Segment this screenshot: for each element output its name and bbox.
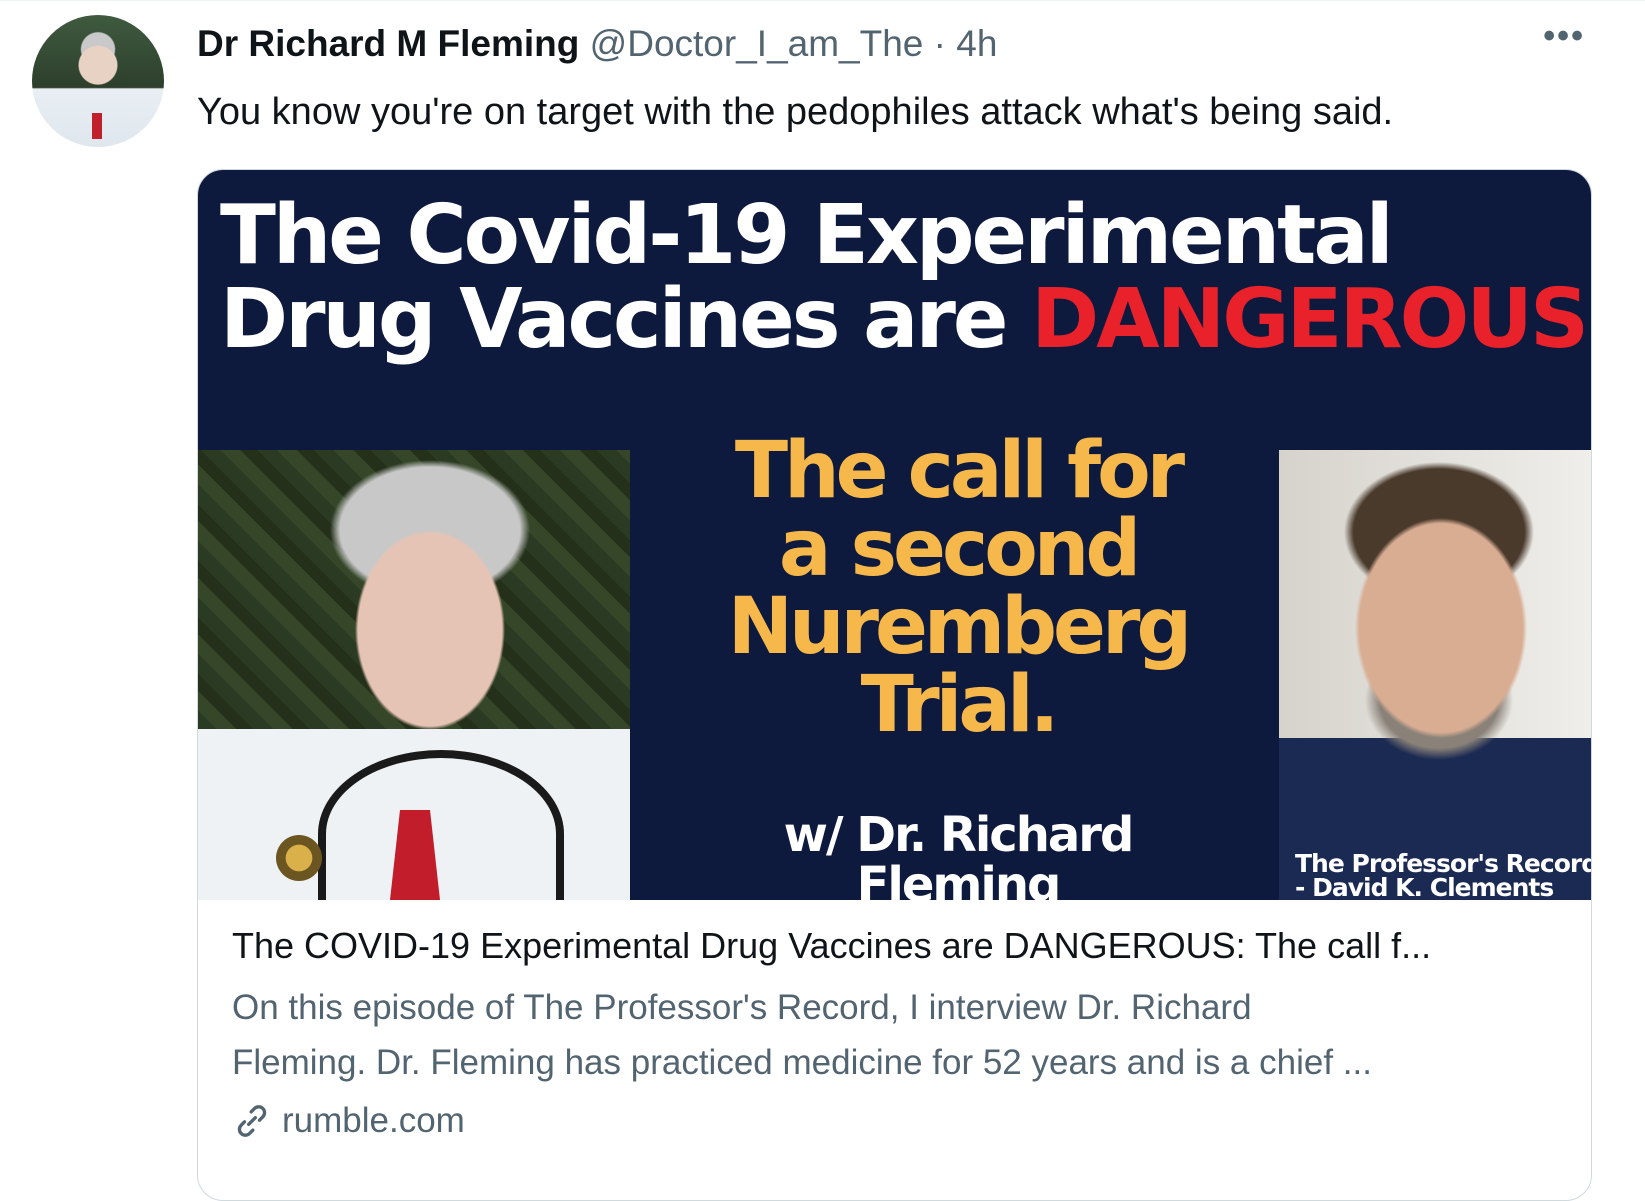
tweet-text: You know you're on target with the pedop… — [197, 91, 1394, 133]
call-text: The call for a second Nuremberg Trial. — [648, 432, 1268, 744]
card-domain[interactable]: rumble.com — [232, 1096, 1562, 1146]
avatar[interactable] — [32, 15, 164, 147]
doctor-photo — [198, 450, 630, 900]
host-photo — [1279, 450, 1591, 900]
stethoscope-bell — [276, 835, 322, 881]
card-description-line2: Fleming. Dr. Fleming has practiced medic… — [232, 1043, 1372, 1082]
card-description-line1: On this episode of The Professor's Recor… — [232, 988, 1252, 1027]
call-line: Trial. — [860, 660, 1060, 750]
avatar-tie — [92, 113, 102, 139]
call-line: a second — [778, 504, 1141, 594]
headline-danger: DANGEROUS. — [1031, 272, 1591, 367]
card-description: On this episode of The Professor's Recor… — [232, 980, 1562, 1090]
link-card[interactable]: The Covid-19 Experimental Drug Vaccines … — [197, 169, 1592, 1201]
credit-line2: - David K. Clements — [1295, 873, 1554, 900]
call-line: Nuremberg — [727, 582, 1193, 672]
timestamp[interactable]: 4h — [956, 23, 997, 64]
link-icon — [237, 1105, 267, 1137]
guest-line1: w/ Dr. Richard — [783, 807, 1135, 863]
separator: · — [933, 23, 946, 64]
stethoscope — [318, 750, 564, 900]
guest-credit: w/ Dr. Richard Fleming — [648, 810, 1268, 900]
tweet-header: Dr Richard M Fleming @Doctor_I_am_The · … — [197, 21, 997, 67]
author-handle[interactable]: @Doctor_I_am_The — [590, 23, 924, 64]
more-options-icon[interactable]: ••• — [1543, 17, 1585, 56]
card-body[interactable]: The COVID-19 Experimental Drug Vaccines … — [232, 922, 1562, 1146]
image-headline: The Covid-19 Experimental Drug Vaccines … — [220, 188, 1591, 362]
call-line: The call for — [734, 426, 1185, 516]
guest-line2: Fleming — [856, 857, 1062, 900]
show-credit: The Professor's Record - David K. Clemen… — [1295, 851, 1591, 900]
card-image[interactable]: The Covid-19 Experimental Drug Vaccines … — [198, 170, 1591, 900]
card-title: The COVID-19 Experimental Drug Vaccines … — [232, 925, 1432, 966]
author-name[interactable]: Dr Richard M Fleming — [197, 23, 579, 64]
headline-line1: The Covid-19 Experimental — [220, 188, 1394, 283]
headline-line2: Drug Vaccines are DANGEROUS. — [220, 278, 1591, 362]
card-domain-text: rumble.com — [282, 1101, 465, 1140]
headline-line2-start: Drug Vaccines are — [220, 272, 1008, 367]
tweet[interactable]: Dr Richard M Fleming @Doctor_I_am_The · … — [0, 0, 1645, 1201]
